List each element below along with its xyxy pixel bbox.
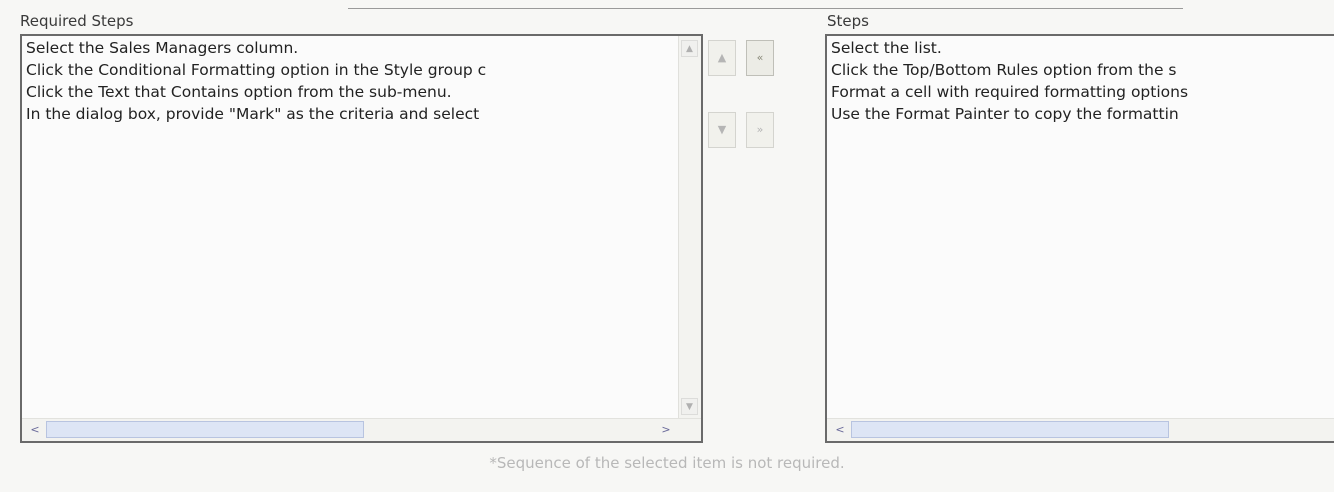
scrollbar-thumb[interactable] xyxy=(46,421,364,438)
sequence-footnote: *Sequence of the selected item is not re… xyxy=(489,454,845,472)
scroll-up-icon[interactable]: ▲ xyxy=(681,40,698,57)
scrollbar-thumb[interactable] xyxy=(851,421,1169,438)
steps-list: Select the list. Click the Top/Bottom Ru… xyxy=(830,37,1334,125)
scroll-left-icon[interactable]: < xyxy=(831,421,849,438)
move-up-button[interactable]: ▲ xyxy=(708,40,736,76)
steps-listbox[interactable]: Select the list. Click the Top/Bottom Ru… xyxy=(825,34,1334,443)
vertical-scrollbar[interactable]: ▲ ▼ xyxy=(678,36,701,419)
list-item[interactable]: Click the Conditional Formatting option … xyxy=(25,59,677,81)
list-item[interactable]: Format a cell with required formatting o… xyxy=(830,81,1334,103)
required-steps-list: Select the Sales Managers column. Click … xyxy=(25,37,677,125)
horizontal-scrollbar[interactable]: < > xyxy=(22,418,701,441)
horizontal-scrollbar[interactable]: < xyxy=(827,418,1334,441)
scroll-left-icon[interactable]: < xyxy=(26,421,44,438)
scroll-right-icon[interactable]: > xyxy=(657,421,675,438)
steps-label: Steps xyxy=(827,12,869,30)
move-to-left-button[interactable]: « xyxy=(746,40,774,76)
scroll-down-icon[interactable]: ▼ xyxy=(681,398,698,415)
list-item[interactable]: Use the Format Painter to copy the forma… xyxy=(830,103,1334,125)
move-down-button[interactable]: ▼ xyxy=(708,112,736,148)
list-item[interactable]: Click the Text that Contains option from… xyxy=(25,81,677,103)
list-item[interactable]: Click the Top/Bottom Rules option from t… xyxy=(830,59,1334,81)
top-divider xyxy=(348,8,1183,9)
list-item[interactable]: Select the list. xyxy=(830,37,1334,59)
list-item[interactable]: In the dialog box, provide "Mark" as the… xyxy=(25,103,677,125)
required-steps-label: Required Steps xyxy=(20,12,134,30)
move-to-right-button[interactable]: » xyxy=(746,112,774,148)
list-item[interactable]: Select the Sales Managers column. xyxy=(25,37,677,59)
required-steps-listbox[interactable]: Select the Sales Managers column. Click … xyxy=(20,34,703,443)
